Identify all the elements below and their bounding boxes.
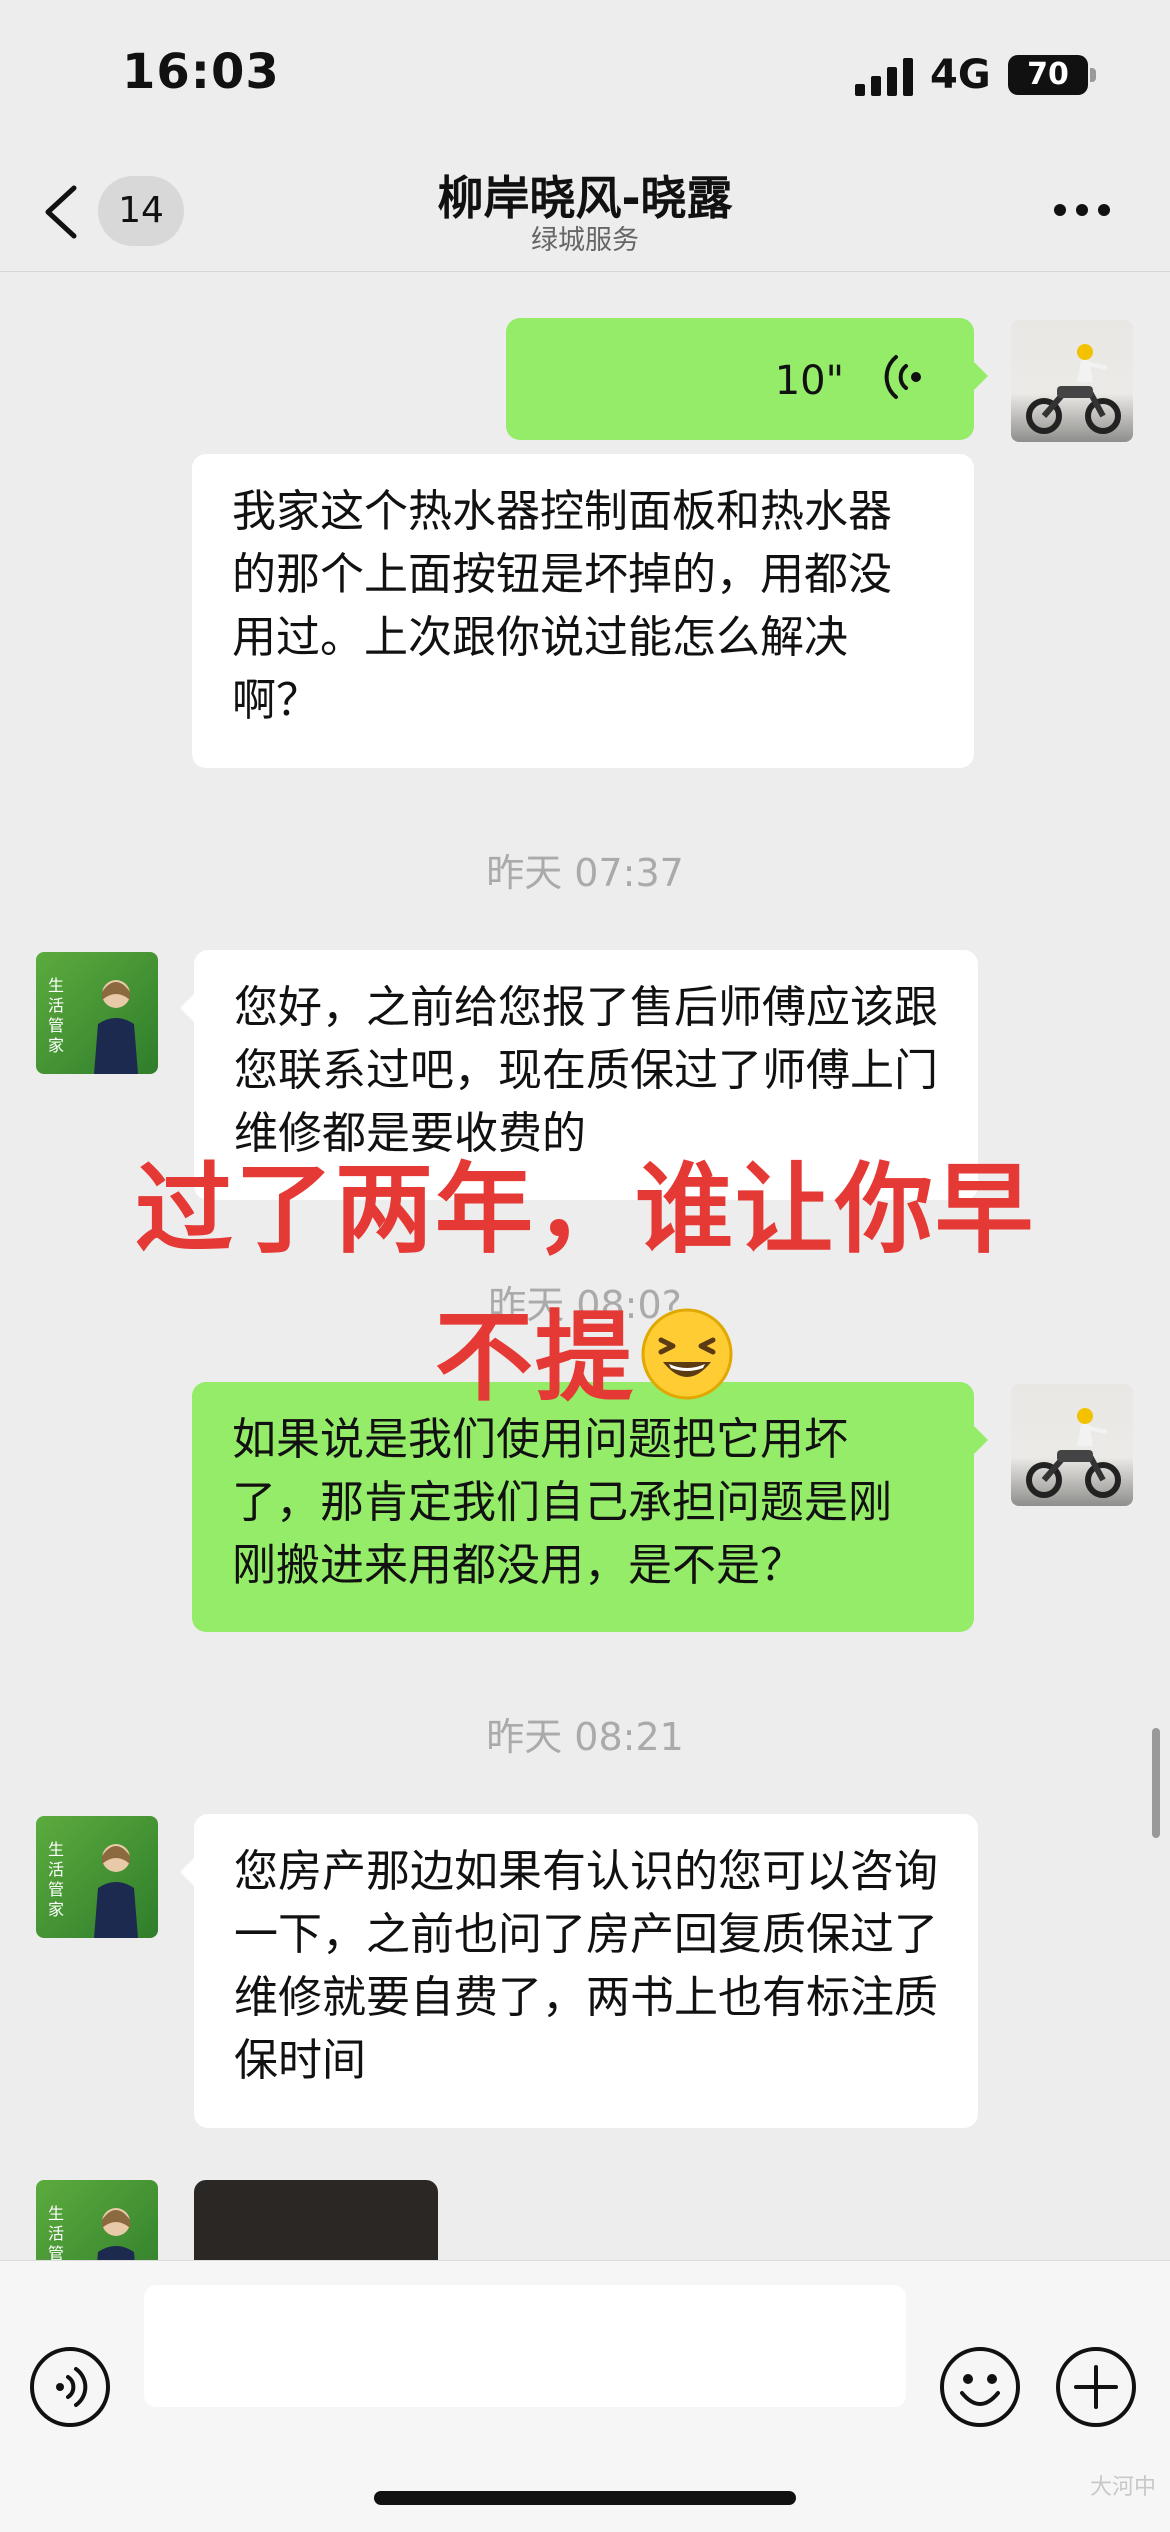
person-icon xyxy=(94,980,138,1074)
message-text: 我家这个热水器控制面板和热水器的那个上面按钮是坏掉的，用都没用过。上次跟你说过能… xyxy=(232,486,892,726)
agent-avatar-label: 生活 管家 xyxy=(48,976,65,1055)
watermark: 大河中 xyxy=(1090,2475,1157,2500)
more-options-icon[interactable] xyxy=(1052,200,1112,220)
message-input[interactable] xyxy=(144,2285,906,2407)
timestamp: 昨天 07:37 xyxy=(486,851,684,895)
bubble-tail xyxy=(974,1426,988,1454)
timestamp: 昨天 08:21 xyxy=(486,1715,684,1759)
plus-icon[interactable] xyxy=(1054,2345,1138,2429)
overlay-annotation-line2: 不提 xyxy=(0,1278,1170,1420)
voice-wave-icon xyxy=(884,355,921,399)
scrollbar[interactable] xyxy=(1152,1728,1160,1838)
input-bar: 大河中 xyxy=(0,2260,1170,2532)
chat-subtitle: 绿城服务 xyxy=(531,225,639,256)
overlay-annotation-line1: 过了两年，谁让你早 xyxy=(134,1153,1035,1267)
signal-strength-icon xyxy=(855,58,913,96)
image-message-thumbnail[interactable] xyxy=(194,2180,438,2260)
overlay-annotation-text: 不提 xyxy=(434,1301,635,1415)
status-time: 16:03 xyxy=(122,44,280,100)
home-indicator[interactable] xyxy=(374,2491,796,2505)
bubble-tail xyxy=(180,1858,194,1886)
message-bubble[interactable]: 您房产那边如果有认识的您可以咨询一下，之前也问了房产回复质保过了维修就要自费了，… xyxy=(180,1814,978,2128)
motorcycle-rider-icon xyxy=(1026,344,1121,434)
battery-tip xyxy=(1090,68,1096,82)
message-bubble[interactable]: 我家这个热水器控制面板和热水器的那个上面按钮是坏掉的，用都没用过。上次跟你说过能… xyxy=(192,454,974,768)
agent-avatar[interactable]: 生活 管家 xyxy=(36,952,158,1074)
emoji-icon[interactable] xyxy=(938,2345,1022,2429)
message-text: 您房产那边如果有认识的您可以咨询一下，之前也问了房产回复质保过了维修就要自费了，… xyxy=(234,1846,938,2086)
agent-avatar[interactable]: 生活 管家 xyxy=(36,1816,158,1938)
person-icon xyxy=(97,2208,135,2260)
self-avatar[interactable] xyxy=(1011,320,1133,442)
voice-input-icon[interactable] xyxy=(28,2345,112,2429)
agent-avatar-label: 生活 管家 xyxy=(48,2204,65,2260)
agent-avatar[interactable]: 生活 管家 xyxy=(36,2180,158,2260)
bubble-tail xyxy=(180,994,194,1022)
voice-duration: 10" xyxy=(774,358,844,404)
battery-icon: 70 xyxy=(1008,55,1088,95)
person-icon xyxy=(94,1844,138,1938)
voice-message-bubble[interactable]: 10" xyxy=(506,318,988,440)
agent-avatar-label: 生活 管家 xyxy=(48,1840,65,1919)
chat-header: 14 柳岸晓风-晓露 绿城服务 xyxy=(0,150,1170,272)
message-text: 如果说是我们使用问题把它用坏了，那肯定我们自己承担问题是刚刚搬进来用都没用，是不… xyxy=(232,1414,892,1591)
network-type: 4G xyxy=(930,52,991,98)
status-bar: 16:03 4G 70 xyxy=(0,0,1170,150)
laughing-emoji-icon xyxy=(641,1308,733,1400)
bubble-tail xyxy=(974,362,988,390)
